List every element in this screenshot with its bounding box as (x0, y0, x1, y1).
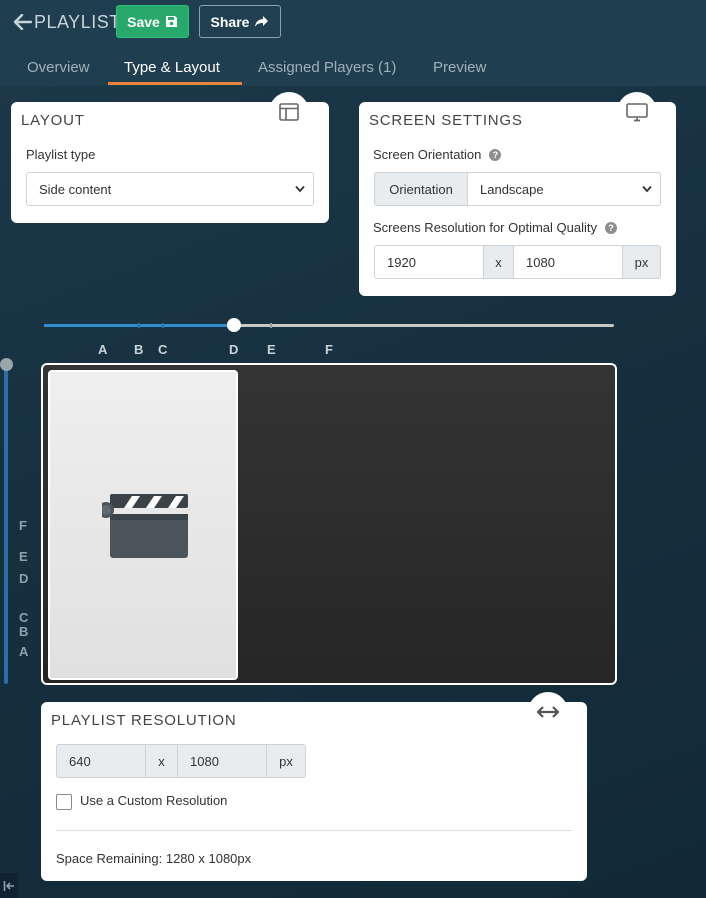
save-button[interactable]: Save (116, 5, 189, 38)
playlist-width-input[interactable]: 640 (56, 744, 146, 778)
share-button[interactable]: Share (199, 5, 281, 38)
slider-handle[interactable] (227, 318, 241, 332)
layout-icon (279, 103, 299, 121)
playlist-resolution-unit: px (266, 744, 306, 778)
chevron-down-icon (642, 185, 652, 193)
vertical-marker-f[interactable]: F (19, 518, 27, 533)
screen-height-input[interactable]: 1080 (513, 245, 623, 279)
layout-preview (41, 363, 617, 685)
monitor-icon (626, 102, 648, 121)
screen-orientation-label: Screen Orientation ? (373, 147, 502, 162)
resolution-unit: px (622, 245, 661, 279)
slider-tick-e (270, 323, 272, 328)
slider-marker-e[interactable]: E (267, 342, 276, 357)
tab-assigned-players[interactable]: Assigned Players (1) (258, 59, 396, 76)
active-tab-indicator (108, 82, 242, 85)
divider (56, 830, 572, 831)
slider-marker-f[interactable]: F (325, 342, 333, 357)
screen-settings-title: SCREEN SETTINGS (369, 112, 523, 129)
tab-preview[interactable]: Preview (433, 59, 486, 76)
slider-marker-c[interactable]: C (158, 342, 167, 357)
monitor-icon-badge (617, 92, 657, 132)
screen-settings-card: SCREEN SETTINGS Screen Orientation ? Ori… (359, 92, 676, 296)
vertical-marker-e[interactable]: E (19, 549, 28, 564)
layout-card-title: LAYOUT (21, 112, 85, 129)
slider-marker-a[interactable]: A (98, 342, 107, 357)
playlist-type-select[interactable]: Side content (26, 172, 314, 206)
layout-icon-badge (269, 92, 309, 132)
screen-resolution-label: Screens Resolution for Optimal Quality ? (373, 220, 617, 235)
playlist-resolution-card: PLAYLIST RESOLUTION 640 x 1080 px Use a … (41, 692, 587, 881)
tab-overview[interactable]: Overview (27, 59, 90, 76)
save-button-label: Save (127, 13, 160, 30)
playlist-type-label: Playlist type (26, 147, 96, 162)
space-remaining-text: Space Remaining: 1280 x 1080px (56, 851, 252, 866)
orientation-addon: Orientation (374, 172, 468, 206)
slider-marker-b[interactable]: B (134, 342, 143, 357)
vertical-slider-track (4, 364, 8, 684)
page-title: PLAYLIST (34, 11, 121, 32)
screen-orientation-text: Screen Orientation (373, 147, 482, 162)
resize-icon-badge (528, 692, 568, 732)
tab-bar: Overview Type & Layout Assigned Players … (0, 56, 706, 86)
slider-tick-b (138, 323, 140, 328)
screen-resolution-text: Screens Resolution for Optimal Quality (373, 220, 597, 235)
resolution-separator: x (483, 245, 514, 279)
vertical-marker-c[interactable]: C (19, 610, 28, 625)
floppy-icon (165, 16, 177, 27)
layout-card: LAYOUT Playlist type Side content (11, 92, 329, 223)
collapse-left-icon (3, 880, 14, 891)
slider-marker-d[interactable]: D (229, 342, 238, 357)
side-content-zone[interactable] (48, 370, 238, 680)
top-bar: PLAYLIST Save Share Overview Type & Layo… (0, 0, 706, 86)
share-arrow-icon (255, 16, 269, 27)
playlist-resolution-title: PLAYLIST RESOLUTION (51, 712, 237, 729)
help-icon[interactable]: ? (489, 148, 502, 161)
orientation-select[interactable]: Landscape (467, 172, 661, 206)
back-link[interactable]: PLAYLIST (14, 10, 121, 34)
chevron-down-icon (295, 185, 305, 193)
help-icon[interactable]: ? (604, 221, 617, 234)
collapse-sidebar-button[interactable] (0, 873, 18, 898)
screen-width-input[interactable]: 1920 (374, 245, 484, 279)
playlist-height-input[interactable]: 1080 (177, 744, 267, 778)
slider-tick-c (162, 323, 164, 328)
custom-resolution-label[interactable]: Use a Custom Resolution (80, 793, 227, 808)
arrow-left-icon (14, 14, 32, 30)
playlist-type-value: Side content (39, 181, 112, 197)
orientation-value: Landscape (480, 181, 544, 197)
share-button-label: Share (210, 13, 250, 30)
custom-resolution-checkbox[interactable] (56, 794, 72, 810)
clapperboard-icon (102, 494, 188, 558)
vertical-marker-d[interactable]: D (19, 571, 28, 586)
playlist-resolution-separator: x (145, 744, 178, 778)
resize-horizontal-icon (537, 706, 559, 718)
vertical-marker-a[interactable]: A (19, 644, 28, 659)
vertical-marker-b[interactable]: B (19, 624, 28, 639)
tab-type-layout[interactable]: Type & Layout (124, 59, 220, 76)
vertical-slider-handle[interactable] (0, 358, 13, 371)
